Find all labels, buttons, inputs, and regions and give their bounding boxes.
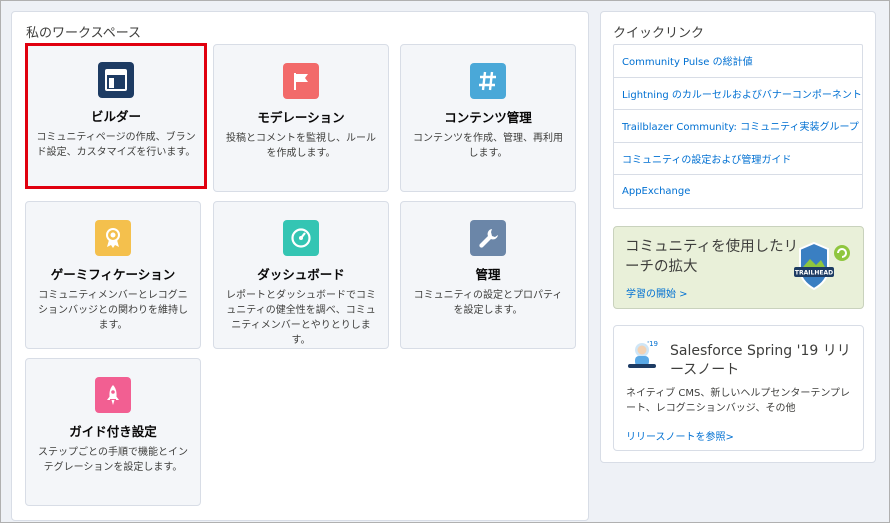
trailhead-badge-icon: TRAILHEAD [794, 239, 856, 295]
workspace-panel: 私のワークスペース ビルダー コミュニティページの作成、ブランド設定、カスタマイ… [11, 11, 589, 521]
tile-gamification-desc: コミュニティメンバーとレコグニションバッジとの関わりを維持します。 [38, 290, 188, 331]
tile-guided-setup-desc: ステップごとの手順で機能とインテグレーションを設定します。 [38, 447, 188, 473]
trailhead-text: コミュニティを使用したリーチの拡大 [625, 239, 799, 275]
quick-link-setup-guide[interactable]: コミュニティの設定および管理ガイド [614, 143, 862, 176]
quick-link-lightning-carousel[interactable]: Lightning のカルーセルおよびバナーコンポーネント [614, 78, 862, 111]
tile-moderation-desc: 投稿とコメントを監視し、ルールを作成します。 [226, 133, 376, 159]
quick-link-trailblazer-community[interactable]: Trailblazer Community: コミュニティ実装グループ [614, 110, 862, 143]
hashtag-icon [470, 63, 506, 99]
builder-icon [98, 62, 134, 98]
flag-icon [283, 63, 319, 99]
release-notes-link[interactable]: リリースノートを参照> [626, 428, 734, 443]
quick-links-panel: クイックリンク Community Pulse の総計値 Lightning の… [600, 11, 876, 463]
tile-administration-title: 管理 [475, 267, 501, 282]
gauge-icon [283, 220, 319, 256]
tile-administration-desc: コミュニティの設定とプロパティを設定します。 [413, 290, 563, 316]
tile-builder-desc: コミュニティページの作成、ブランド設定、カスタマイズを行います。 [36, 132, 196, 158]
quick-link-community-pulse[interactable]: Community Pulse の総計値 [614, 45, 862, 78]
astro-mascot-icon: '19 [626, 338, 660, 372]
release-notes-title: Salesforce Spring '19 リリースノート [670, 343, 851, 378]
trailhead-badge-text: TRAILHEAD [795, 270, 833, 277]
tile-dashboard[interactable]: ダッシュボード レポートとダッシュボードでコミュニティの健全性を調べ、コミュニテ… [213, 201, 389, 349]
tile-dashboard-desc: レポートとダッシュボードでコミュニティの健全性を調べ、コミュニティメンバーとやり… [226, 290, 376, 346]
rocket-icon [95, 377, 131, 413]
release-notes-card: '19 Salesforce Spring '19 リリースノート ネイティブ … [613, 325, 864, 451]
tile-builder-title: ビルダー [90, 109, 141, 124]
tile-guided-setup-title: ガイド付き設定 [69, 424, 157, 439]
trailhead-start-link[interactable]: 学習の開始 > [626, 285, 688, 300]
wrench-icon [470, 220, 506, 256]
tile-guided-setup[interactable]: ガイド付き設定 ステップごとの手順で機能とインテグレーションを設定します。 [25, 358, 201, 506]
tile-builder[interactable]: ビルダー コミュニティページの作成、ブランド設定、カスタマイズを行います。 [25, 43, 207, 189]
release-year-badge: '19 [647, 340, 658, 348]
tile-gamification[interactable]: ゲーミフィケーション コミュニティメンバーとレコグニションバッジとの関わりを維持… [25, 201, 201, 349]
award-icon [95, 220, 131, 256]
quick-links-title: クイックリンク [613, 26, 705, 41]
tile-gamification-title: ゲーミフィケーション [50, 267, 176, 282]
quick-links-list: Community Pulse の総計値 Lightning のカルーセルおよび… [613, 44, 863, 209]
release-notes-desc: ネイティブ CMS、新しいヘルプセンターテンプレート、レコグニションバッジ、その… [626, 388, 851, 414]
tile-moderation-title: モデレーション [257, 110, 345, 125]
workspace-title: 私のワークスペース [26, 26, 142, 41]
trailhead-card: コミュニティを使用したリーチの拡大 学習の開始 > TRAILHEAD [613, 226, 864, 309]
tile-content-title: コンテンツ管理 [444, 110, 532, 125]
tile-dashboard-title: ダッシュボード [257, 267, 345, 282]
quick-link-appexchange[interactable]: AppExchange [614, 175, 862, 208]
tile-moderation[interactable]: モデレーション 投稿とコメントを監視し、ルールを作成します。 [213, 44, 389, 192]
tile-administration[interactable]: 管理 コミュニティの設定とプロパティを設定します。 [400, 201, 576, 349]
tile-content-management[interactable]: コンテンツ管理 コンテンツを作成、管理、再利用します。 [400, 44, 576, 192]
tile-content-desc: コンテンツを作成、管理、再利用します。 [413, 133, 563, 159]
